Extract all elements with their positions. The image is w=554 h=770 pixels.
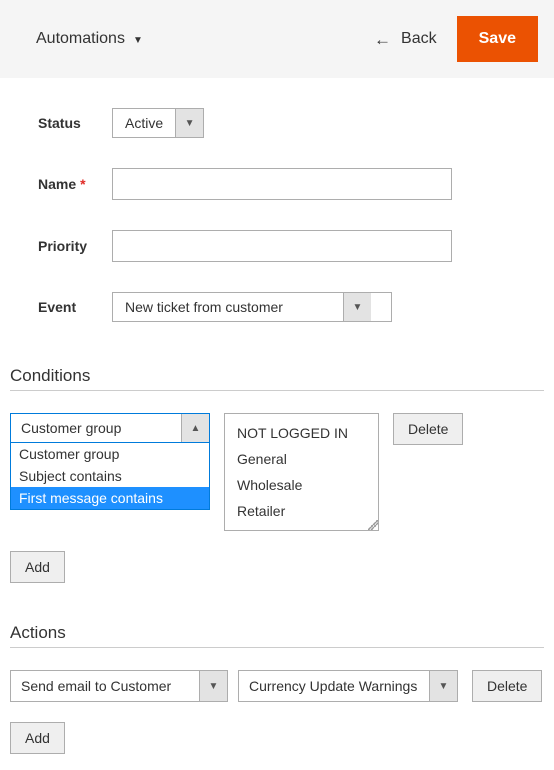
- required-asterisk-icon: *: [80, 176, 85, 192]
- name-input[interactable]: [112, 168, 452, 200]
- chevron-down-icon: ▼: [343, 293, 371, 321]
- condition-type-dropdown: Customer group Subject contains First me…: [10, 443, 210, 510]
- list-item[interactable]: Retailer: [235, 498, 374, 524]
- actions-heading: Actions: [10, 623, 544, 648]
- chevron-down-icon: ▼: [199, 671, 227, 701]
- breadcrumb[interactable]: Automations ▼: [36, 30, 143, 48]
- status-label: Status: [38, 115, 112, 131]
- action-template-select[interactable]: Currency Update Warnings ▼: [238, 670, 458, 702]
- action-type-value: Send email to Customer: [11, 671, 199, 701]
- list-item[interactable]: NOT LOGGED IN: [235, 420, 374, 446]
- back-button[interactable]: ← Back: [372, 24, 439, 54]
- breadcrumb-label: Automations: [36, 30, 125, 48]
- save-button[interactable]: Save: [457, 16, 538, 62]
- caret-down-icon: ▼: [133, 35, 143, 46]
- list-item[interactable]: General: [235, 446, 374, 472]
- conditions-heading: Conditions: [10, 366, 544, 391]
- list-item[interactable]: Wholesale: [235, 472, 374, 498]
- event-value: New ticket from customer: [113, 293, 343, 321]
- priority-label: Priority: [38, 238, 112, 254]
- condition-add-button[interactable]: Add: [10, 551, 65, 583]
- chevron-down-icon: ▼: [175, 109, 203, 137]
- condition-type-combobox[interactable]: Customer group ▲: [10, 413, 210, 443]
- status-select[interactable]: Active ▼: [112, 108, 204, 138]
- chevron-up-icon: ▲: [181, 414, 209, 442]
- condition-type-value: Customer group: [11, 414, 181, 442]
- condition-type-select: Customer group ▲ Customer group Subject …: [10, 413, 210, 510]
- status-value: Active: [113, 109, 175, 137]
- event-label: Event: [38, 299, 112, 315]
- name-label: Name*: [38, 176, 112, 192]
- condition-delete-button[interactable]: Delete: [393, 413, 463, 445]
- event-select[interactable]: New ticket from customer ▼: [112, 292, 392, 322]
- action-delete-button[interactable]: Delete: [472, 670, 542, 702]
- back-label: Back: [401, 30, 437, 48]
- action-type-select[interactable]: Send email to Customer ▼: [10, 670, 228, 702]
- dropdown-option[interactable]: First message contains: [11, 487, 209, 509]
- dropdown-option[interactable]: Customer group: [11, 443, 209, 465]
- action-add-button[interactable]: Add: [10, 722, 65, 754]
- priority-input[interactable]: [112, 230, 452, 262]
- arrow-left-icon: ←: [374, 31, 391, 48]
- action-template-value: Currency Update Warnings: [239, 671, 429, 701]
- condition-values-listbox[interactable]: NOT LOGGED IN General Wholesale Retailer: [224, 413, 379, 531]
- dropdown-option[interactable]: Subject contains: [11, 465, 209, 487]
- chevron-down-icon: ▼: [429, 671, 457, 701]
